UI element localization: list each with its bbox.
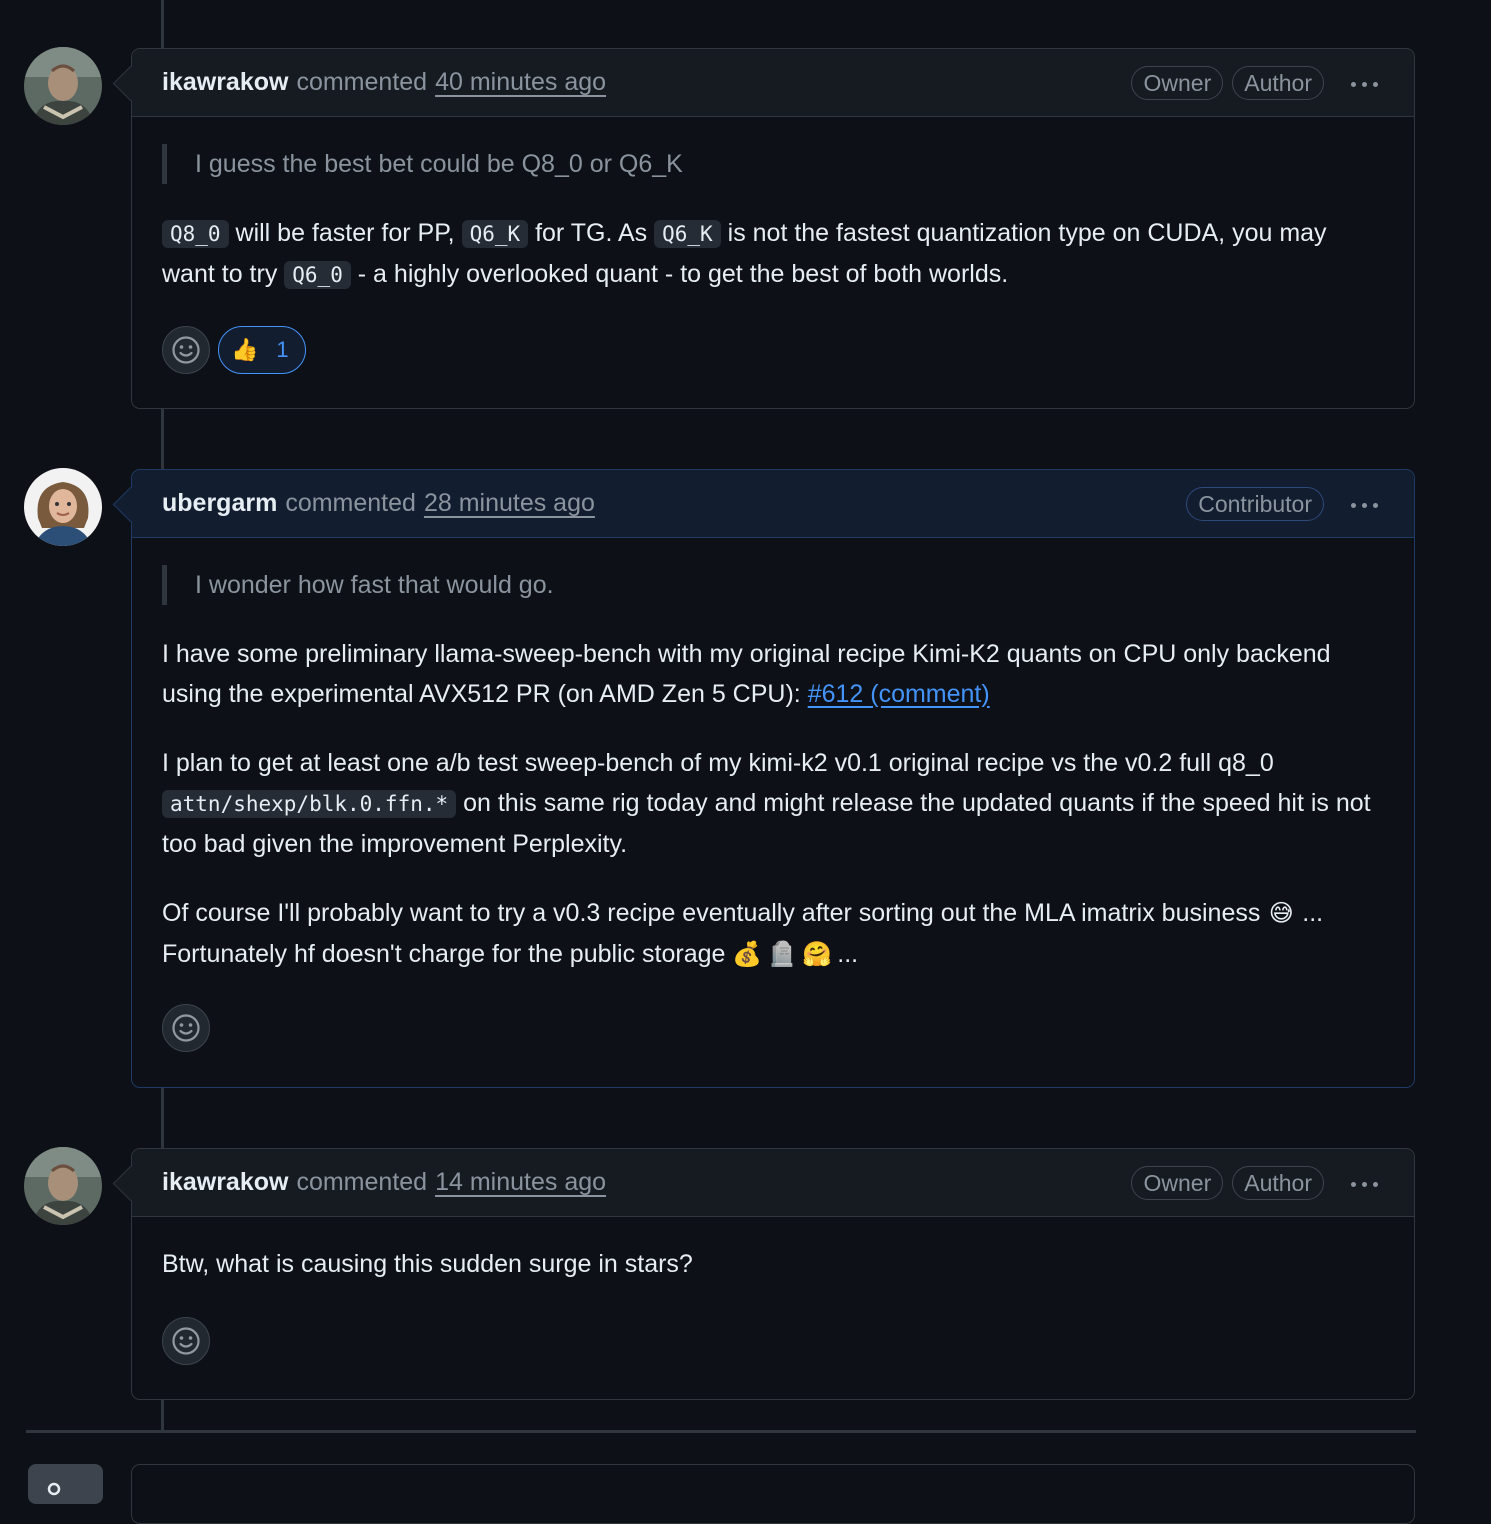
avatar-ikawrakow[interactable] [24, 1147, 102, 1225]
headstone-emoji: 🪦 [767, 941, 798, 968]
reactions-bar [162, 1317, 210, 1365]
owner-badge: Owner [1131, 66, 1224, 100]
add-reaction-button[interactable] [162, 326, 210, 374]
comment-text: Btw, what is causing this sudden surge i… [162, 1250, 693, 1278]
comment-header: ikawrakow commented 40 minutes ago Owner… [112, 49, 1414, 117]
author-badge: Author [1232, 1166, 1324, 1200]
text-run: - a highly overlooked quant - to get the… [350, 260, 1009, 288]
comment-body: I guess the best bet could be Q8_0 or Q6… [132, 144, 1414, 295]
owner-badge: Owner [1131, 1166, 1224, 1200]
comment-arrow [112, 1165, 149, 1202]
comment-text: Q8_0 will be faster for PP, Q6_K for TG.… [162, 213, 1384, 295]
comment-verb: commented [296, 1168, 428, 1196]
inline-code: attn/shexp/blk.0.ffn.* [162, 790, 457, 818]
author-badge: Author [1232, 66, 1324, 100]
comment-paragraph: Of course I'll probably want to try a v0… [162, 893, 1384, 975]
comment-header: ubergarm commented 28 minutes ago Contri… [112, 470, 1414, 538]
thumbs-up-reaction[interactable]: 👍 1 [218, 326, 306, 374]
contributor-badge: Contributor [1186, 487, 1324, 521]
text-run: I have some preliminary llama-sweep-benc… [162, 640, 1331, 708]
inline-code: Q6_K [654, 220, 721, 248]
text-run: I plan to get at least one a/b test swee… [162, 749, 1274, 777]
comment-author[interactable]: ikawrakow [162, 1168, 288, 1197]
text-run: will be faster for PP, [228, 219, 462, 247]
avatar-ikawrakow[interactable] [24, 47, 102, 125]
badge-group: Owner Author [1131, 66, 1324, 100]
comment-timestamp[interactable]: 40 minutes ago [435, 68, 606, 97]
blockquote: I wonder how fast that would go. [162, 565, 1384, 605]
comment-timestamp[interactable]: 14 minutes ago [435, 1168, 606, 1197]
timeline-line [161, 408, 164, 470]
reactions-bar: 👍 1 [162, 326, 306, 374]
avatar-placeholder [28, 1464, 103, 1504]
reactions-bar [162, 1004, 210, 1052]
comment-arrow [112, 65, 149, 102]
inline-code: Q8_0 [162, 220, 229, 248]
comment-link[interactable]: #612 (comment) [808, 680, 990, 708]
kebab-horizontal-icon[interactable] [1351, 1182, 1378, 1187]
kebab-horizontal-icon[interactable] [1351, 82, 1378, 87]
avatar-ubergarm[interactable] [24, 468, 102, 546]
comment-verb: commented [285, 489, 416, 517]
money-bag-emoji: 💰 [732, 941, 763, 968]
text-run: for TG. As [528, 219, 655, 247]
text-run: ... [830, 940, 859, 968]
comment-paragraph: I have some preliminary llama-sweep-benc… [162, 634, 1384, 714]
comment-body: I wonder how fast that would go. I have … [132, 565, 1414, 975]
new-comment-card [131, 1464, 1415, 1524]
timeline-line [161, 1087, 164, 1149]
reaction-count: 1 [276, 337, 289, 362]
comment-card: ikawrakow commented 40 minutes ago Owner… [112, 48, 1415, 409]
smiley-icon [172, 336, 200, 364]
comment-paragraph: I plan to get at least one a/b test swee… [162, 743, 1384, 864]
comment-body: Btw, what is causing this sudden surge i… [132, 1244, 1414, 1284]
comment-timestamp[interactable]: 28 minutes ago [424, 489, 595, 518]
comment-author[interactable]: ubergarm [162, 489, 277, 518]
comment-card: ikawrakow commented 14 minutes ago Owner… [112, 1148, 1415, 1400]
blockquote: I guess the best bet could be Q8_0 or Q6… [162, 144, 1384, 184]
comment-arrow [112, 486, 149, 523]
kebab-horizontal-icon[interactable] [1351, 503, 1378, 508]
person-icon [47, 1482, 61, 1496]
text-run: Of course I'll probably want to try a v0… [162, 899, 1268, 927]
comment-verb: commented [296, 68, 428, 96]
comment-author[interactable]: ikawrakow [162, 68, 288, 97]
inline-code: Q6_0 [284, 261, 351, 289]
comment-card: ubergarm commented 28 minutes ago Contri… [112, 469, 1415, 1088]
badge-group: Owner Author [1131, 1166, 1324, 1200]
timeline-line [161, 1400, 164, 1430]
timeline-divider [26, 1430, 1416, 1433]
badge-group: Contributor [1186, 487, 1324, 521]
hugging-face-emoji: 🤗 [802, 941, 833, 968]
add-reaction-button[interactable] [162, 1004, 210, 1052]
sweat-smile-emoji: 😅 [1268, 900, 1294, 927]
smiley-icon [172, 1014, 200, 1042]
comment-header: ikawrakow commented 14 minutes ago Owner… [112, 1149, 1414, 1217]
timeline-line [161, 0, 164, 48]
smiley-icon [172, 1327, 200, 1355]
add-reaction-button[interactable] [162, 1317, 210, 1365]
thumbs-up-icon: 👍 [231, 337, 259, 362]
inline-code: Q6_K [461, 220, 529, 248]
